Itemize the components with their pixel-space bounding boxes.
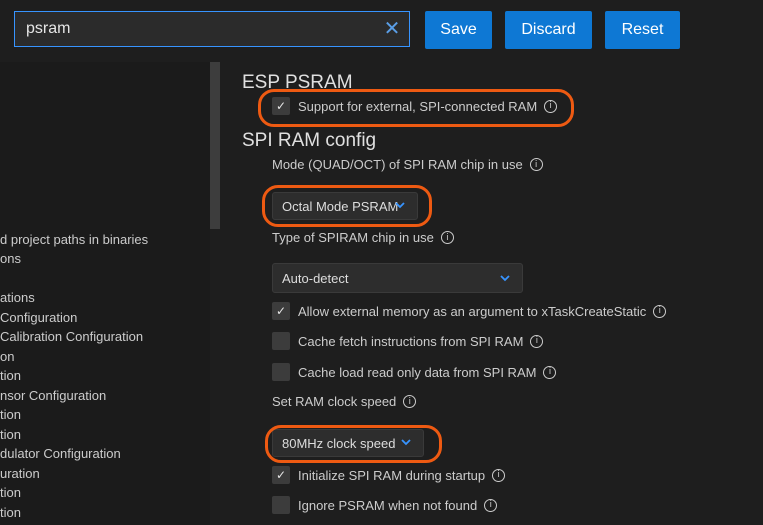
close-icon[interactable]: ✕ bbox=[375, 11, 409, 47]
chevron-down-icon bbox=[500, 275, 510, 282]
discard-button[interactable]: Discard bbox=[505, 11, 592, 49]
toolbar: ✕ Save Discard Reset bbox=[0, 0, 763, 62]
info-icon[interactable]: i bbox=[403, 395, 417, 408]
tree-item[interactable]: d project paths in binaries bbox=[0, 232, 148, 247]
info-icon[interactable]: i bbox=[529, 158, 543, 171]
setting-ignore-psram[interactable]: Ignore PSRAM when not found i bbox=[272, 496, 498, 514]
setting-cache-fetch[interactable]: Cache fetch instructions from SPI RAM i bbox=[272, 332, 544, 350]
tree-item[interactable]: ations bbox=[0, 290, 35, 305]
setting-init-spi-ram[interactable]: ✓ Initialize SPI RAM during startup i bbox=[272, 466, 506, 484]
dropdown-value: Auto-detect bbox=[282, 270, 349, 286]
scrollbar-thumb[interactable] bbox=[210, 62, 220, 229]
tree-item[interactable]: tion bbox=[0, 485, 21, 500]
info-icon[interactable]: i bbox=[653, 304, 667, 318]
tree-item[interactable]: tion bbox=[0, 427, 21, 442]
setting-type-label-row: Type of SPIRAM chip in use i bbox=[272, 230, 454, 245]
tree-item[interactable]: nsor Configuration bbox=[0, 388, 106, 403]
info-icon[interactable]: i bbox=[543, 365, 557, 379]
search-input[interactable] bbox=[15, 19, 375, 39]
setting-label: Allow external memory as an argument to … bbox=[298, 303, 647, 319]
setting-label: Cache fetch instructions from SPI RAM bbox=[298, 333, 524, 349]
cache-load-checkbox[interactable] bbox=[272, 363, 290, 381]
setting-label: Type of SPIRAM chip in use bbox=[272, 230, 434, 245]
tree-item[interactable]: Calibration Configuration bbox=[0, 329, 143, 344]
cache-fetch-checkbox[interactable] bbox=[272, 332, 290, 350]
tree-item[interactable]: tion bbox=[0, 407, 21, 422]
info-icon[interactable]: i bbox=[484, 498, 498, 512]
tree-item[interactable]: ons bbox=[0, 251, 21, 266]
setting-clock-label-row: Set RAM clock speed i bbox=[272, 394, 417, 409]
setting-allow-external-memory[interactable]: ✓ Allow external memory as an argument t… bbox=[272, 302, 667, 320]
setting-mode-label-row: Mode (QUAD/OCT) of SPI RAM chip in use i bbox=[272, 157, 543, 172]
highlight-annotation bbox=[262, 185, 432, 227]
tree-item[interactable]: on bbox=[0, 349, 14, 364]
setting-label: Set RAM clock speed bbox=[272, 394, 397, 409]
highlight-annotation bbox=[265, 425, 442, 463]
setting-label: Initialize SPI RAM during startup bbox=[298, 467, 486, 483]
info-icon[interactable]: i bbox=[440, 231, 454, 244]
tree-item[interactable]: tion bbox=[0, 368, 21, 383]
highlight-annotation bbox=[258, 89, 574, 127]
setting-label: Mode (QUAD/OCT) of SPI RAM chip in use bbox=[272, 157, 523, 172]
info-icon[interactable]: i bbox=[530, 334, 544, 348]
ignore-psram-checkbox[interactable] bbox=[272, 496, 290, 514]
setting-cache-load[interactable]: Cache load read only data from SPI RAM i bbox=[272, 363, 557, 381]
tree-item[interactable]: uration bbox=[0, 466, 40, 481]
tree-item[interactable]: dulator Configuration bbox=[0, 446, 121, 461]
reset-button[interactable]: Reset bbox=[605, 11, 680, 49]
allow-external-memory-checkbox[interactable]: ✓ bbox=[272, 302, 290, 320]
setting-label: Ignore PSRAM when not found bbox=[298, 497, 478, 513]
setting-label: Cache load read only data from SPI RAM bbox=[298, 364, 537, 380]
config-tree: d project paths in binaries ons ations C… bbox=[0, 62, 210, 525]
search-box[interactable]: ✕ bbox=[14, 11, 410, 47]
type-dropdown[interactable]: Auto-detect bbox=[272, 263, 523, 293]
init-spi-ram-checkbox[interactable]: ✓ bbox=[272, 466, 290, 484]
info-icon[interactable]: i bbox=[492, 468, 506, 482]
section-heading-spi-ram-config: SPI RAM config bbox=[242, 130, 377, 151]
tree-item[interactable]: tion bbox=[0, 505, 21, 520]
tree-item[interactable]: Configuration bbox=[0, 310, 77, 325]
save-button[interactable]: Save bbox=[425, 11, 492, 49]
